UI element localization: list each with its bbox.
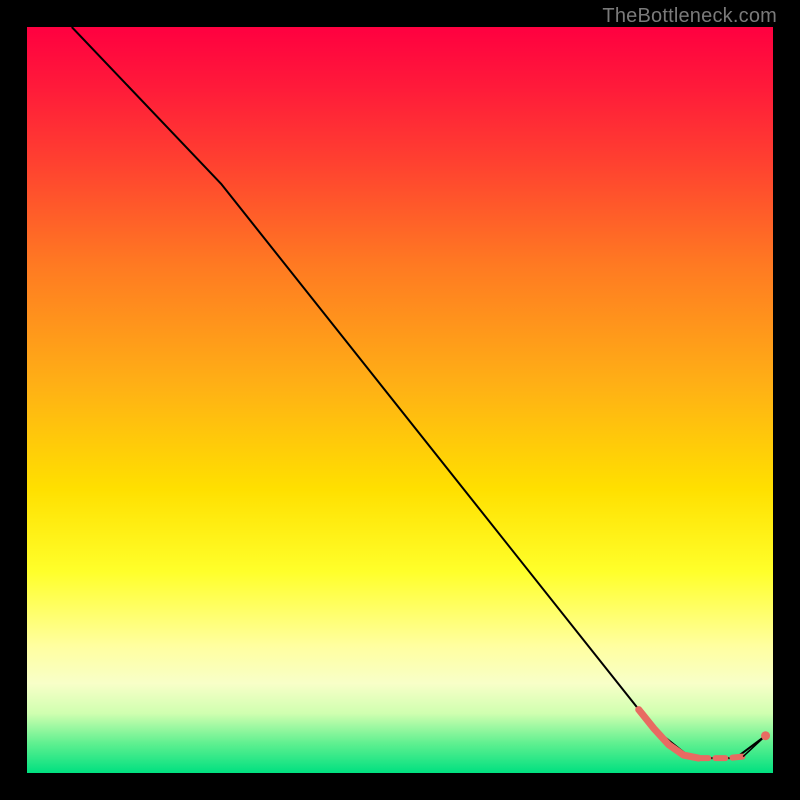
curve-series [72, 27, 766, 758]
highlight-series [639, 710, 770, 758]
chart-svg [27, 27, 773, 773]
plot-area [27, 27, 773, 773]
chart-frame: TheBottleneck.com [0, 0, 800, 800]
watermark-text: TheBottleneck.com [602, 5, 777, 28]
